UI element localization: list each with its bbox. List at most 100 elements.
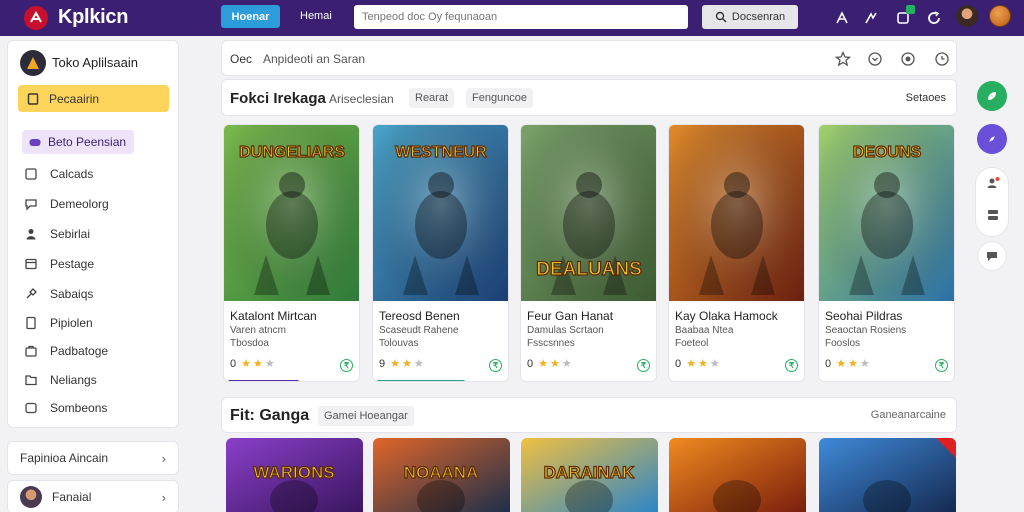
user-plus-icon[interactable] (986, 176, 1000, 190)
sidebar-item-label: Pestage (50, 257, 95, 271)
sidebar-item[interactable]: Calcads (24, 165, 93, 183)
install-icon[interactable]: ₹ (935, 359, 948, 372)
svg-text:DEOUNS: DEOUNS (853, 144, 922, 161)
star-icon: ★ (413, 358, 424, 370)
filter-chip[interactable]: Rearat (409, 88, 455, 108)
sidebar-item[interactable]: Sombeons (24, 399, 107, 417)
app-logo-text[interactable]: Kplkicn (58, 6, 128, 29)
nav-tab-active[interactable]: Hoenar (221, 5, 280, 28)
game-developer: Baabaa Ntea (675, 325, 734, 336)
profile-badge-icon[interactable] (989, 5, 1011, 27)
game-rating: 0 ★ ★ ★ (675, 357, 720, 371)
filter-chip[interactable]: Fenguncoe (466, 88, 534, 108)
sidebar-item[interactable]: Demeolorg (24, 195, 109, 213)
game-rating: 0 ★ ★ ★ (825, 357, 870, 371)
tag-icon (25, 168, 37, 180)
refresh-icon[interactable] (924, 8, 944, 28)
game-card[interactable]: Kay Olaka Hamock Baabaa Ntea Foeteol 0 ★ ★… (668, 124, 805, 382)
game-cover-image (669, 438, 806, 512)
compass-icon[interactable] (977, 124, 1007, 154)
sidebar: Toko Aplilsaain Pecaairin Beto Peensian … (7, 40, 179, 428)
game-card[interactable] (669, 438, 806, 512)
search-icon (715, 11, 727, 23)
chat-bubble-icon[interactable] (977, 241, 1007, 271)
grid-icon[interactable] (986, 208, 1000, 222)
rating-value: 0 (230, 357, 237, 370)
game-title: Seohai Pildras (825, 309, 903, 323)
install-icon[interactable]: ₹ (637, 359, 650, 372)
game-title: Kay Olaka Hamock (675, 309, 778, 323)
section-title: Fokci Irekaga (230, 90, 326, 107)
floating-toolbar (975, 167, 1009, 237)
filter-chip[interactable]: Gamei Hoeangar (318, 406, 414, 426)
progress-bar (228, 380, 299, 381)
tag-icon[interactable] (832, 8, 852, 28)
see-all-link[interactable]: Ganeanarcaine (871, 409, 946, 421)
sidebar-item-label: Neliangs (50, 373, 97, 387)
breadcrumb: Oec Anpideoti an Saran (221, 40, 957, 76)
search-button[interactable]: Docsenran (702, 5, 798, 29)
app-logo-icon[interactable] (24, 6, 48, 30)
game-developer: Varen atncm (230, 325, 286, 336)
game-card[interactable]: DEOUNS Seohai Pildras Seaoctan Rosiens F… (818, 124, 955, 382)
star-icon: ★ (253, 358, 263, 370)
game-card[interactable]: DUNGELIARS Katalont Mirtcan Varen atncm … (223, 124, 360, 382)
user-small-avatar (20, 486, 42, 508)
breadcrumb-item[interactable]: Anpideoti an Saran (263, 52, 365, 66)
user-avatar[interactable] (956, 5, 978, 27)
search-input[interactable] (354, 5, 688, 29)
game-card[interactable]: WESTNEUR Tereosd Benen Scaseudt Rahene T… (372, 124, 509, 382)
game-cover-image: DEALUANS (521, 125, 656, 301)
rating-value: 0 (675, 357, 682, 370)
game-rating: 0 ★ ★ ★ (230, 357, 275, 371)
install-icon[interactable]: ₹ (785, 359, 798, 372)
game-card[interactable]: NOAANA (373, 438, 510, 512)
install-icon[interactable]: ₹ (489, 359, 502, 372)
game-card[interactable]: DARAINAK (521, 438, 658, 512)
square-icon (25, 402, 37, 414)
sidebar-item[interactable]: Sabaiqs (24, 285, 93, 303)
nav-tab-link[interactable]: Hemai (300, 10, 332, 22)
sidebar-item[interactable]: Padbatoge (24, 342, 108, 360)
game-cover-image: WARIONS (226, 438, 363, 512)
sidebar-item-active[interactable]: Pecaairin (18, 85, 169, 112)
sidebar-item[interactable]: Sebirlai (24, 225, 90, 243)
see-all-link[interactable]: Setaoes (906, 92, 946, 104)
trend-icon[interactable] (861, 8, 881, 28)
leaf-icon[interactable] (977, 81, 1007, 111)
game-title: Feur Gan Hanat (527, 309, 614, 323)
game-cover-image (669, 125, 804, 301)
game-cover-image: DARAINAK (521, 438, 658, 512)
section-header: Fit: Ganga Gamei Hoeangar Ganeanarcaine (221, 397, 957, 433)
tools-icon (26, 288, 37, 299)
search-button-label: Docsenran (731, 11, 786, 23)
install-icon[interactable]: ₹ (340, 359, 353, 372)
sidebar-item[interactable]: Pestage (24, 255, 94, 273)
star-icon[interactable] (834, 50, 852, 67)
rating-value: 9 (379, 357, 386, 370)
game-card[interactable] (819, 438, 956, 512)
chat-icon (25, 199, 37, 211)
star-icon: ★ (686, 358, 696, 370)
game-rating: 0 ★ ★ ★ (527, 357, 572, 371)
bell-icon[interactable] (893, 5, 915, 28)
sidebar-item-label: Sebirlai (50, 227, 91, 241)
star-icon: ★ (390, 358, 400, 370)
sidebar-bottom-item[interactable]: Fapinioa Aincain › (7, 441, 179, 475)
star-icon: ★ (561, 358, 572, 370)
sidebar-bottom-item[interactable]: Fanaial › (7, 480, 179, 512)
star-icon: ★ (241, 358, 251, 370)
sidebar-item[interactable]: Neliangs (24, 371, 97, 389)
game-developer: Scaseudt Rahene (379, 325, 459, 336)
game-rating: 9 ★ ★ ★ (379, 357, 424, 371)
settings-icon[interactable] (900, 51, 916, 67)
clock-icon[interactable] (934, 51, 950, 67)
sidebar-subitem[interactable]: Beto Peensian (22, 130, 135, 154)
game-card[interactable]: WARIONS (226, 438, 363, 512)
chevron-down-icon[interactable] (867, 51, 883, 67)
top-bar: Kplkicn Hoenar Hemai Docsenran (0, 0, 1024, 36)
breadcrumb-item[interactable]: Oec (230, 52, 252, 66)
sidebar-item[interactable]: Pipiolen (24, 314, 93, 332)
game-card[interactable]: DEALUANS Feur Gan Hanat Damulas Scrtaon … (520, 124, 657, 382)
star-icon: ★ (698, 358, 708, 370)
